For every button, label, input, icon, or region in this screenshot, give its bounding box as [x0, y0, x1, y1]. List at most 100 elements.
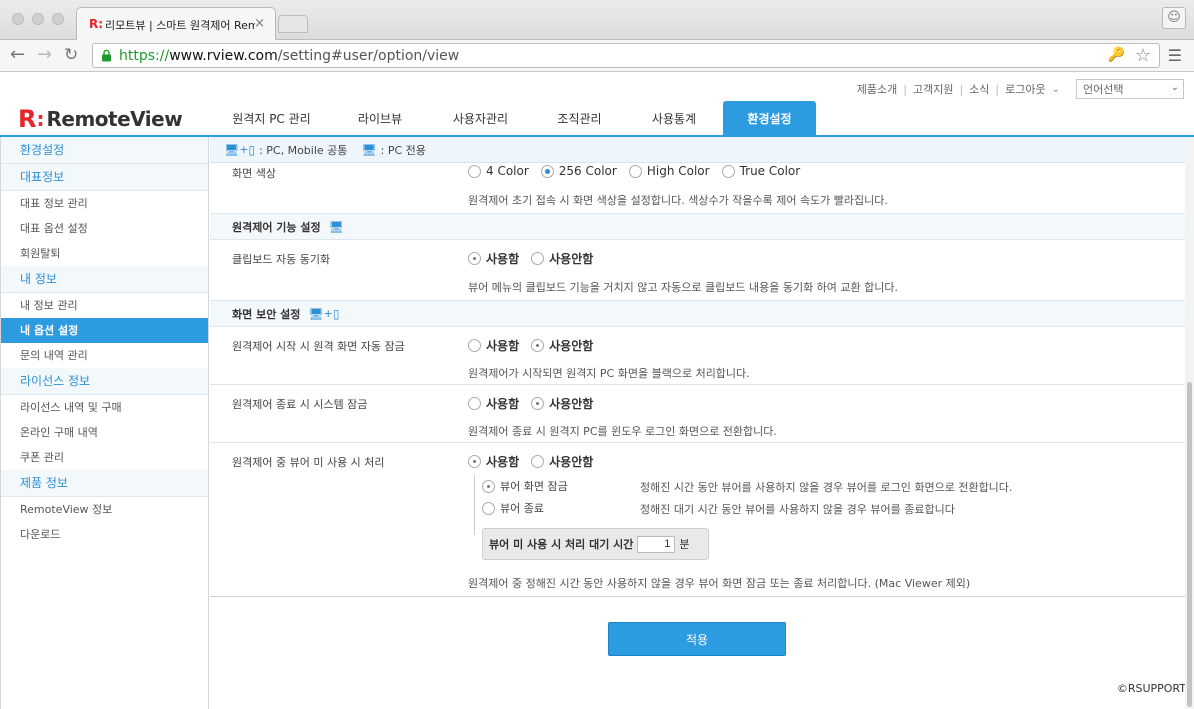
star-icon[interactable]: ☆ — [1135, 45, 1151, 66]
auto-lock-options: 사용함 사용안함 — [468, 337, 605, 354]
sidebar-heading-my-info[interactable]: 내 정보 — [1, 266, 208, 293]
nav-liveview[interactable]: 라이브뷰 — [333, 101, 427, 135]
scrollbar-thumb[interactable] — [1187, 382, 1192, 707]
legend-pc-only: : PC 전용 — [380, 143, 426, 157]
menu-icon[interactable]: ☰ — [1168, 46, 1182, 65]
nav-organization[interactable]: 조직관리 — [534, 101, 625, 135]
tab-title: 리모트뷰 | 스마트 원격제어 Rem — [105, 19, 255, 32]
system-lock-desc: 원격제어 종료 시 원격지 PC를 윈도우 로그인 화면으로 전환합니다. — [468, 425, 777, 438]
page: 제품소개 | 고객지원 | 소식 | 로그아웃 ⌄ 언어선택 ⌄ R : Rem… — [0, 73, 1194, 709]
link-products[interactable]: 제품소개 — [857, 81, 897, 97]
sidebar-heading-settings[interactable]: 환경설정 — [1, 137, 208, 164]
monitor-icon: 🖥 — [308, 306, 324, 321]
utility-nav: 제품소개 | 고객지원 | 소식 | 로그아웃 ⌄ 언어선택 ⌄ — [857, 79, 1184, 99]
idle-desc: 원격제어 중 정해진 시간 동안 사용하지 않을 경우 뷰어 화면 잠금 또는 … — [468, 577, 971, 590]
viewer-lock-radio[interactable]: 뷰어 화면 잠금 — [482, 478, 568, 494]
section-screen-security: 화면 보안 설정 🖥 + ▯ — [210, 300, 1185, 327]
auto-lock-nouse-radio[interactable]: 사용안함 — [531, 337, 593, 354]
idle-nouse-radio[interactable]: 사용안함 — [531, 453, 593, 470]
color-256-radio[interactable]: 256 Color — [540, 164, 617, 178]
color-high-radio[interactable]: High Color — [628, 164, 710, 178]
address-bar[interactable]: https://www.rview.com/setting#user/optio… — [92, 43, 1160, 68]
back-icon[interactable]: ← — [10, 44, 25, 66]
system-lock-options: 사용함 사용안함 — [468, 395, 605, 412]
key-icon[interactable]: 🔑 — [1108, 47, 1125, 63]
sidebar-item-online-purchase[interactable]: 온라인 구매 내역 — [1, 420, 208, 445]
forward-icon[interactable]: → — [37, 44, 52, 66]
idle-wait-input[interactable] — [637, 535, 676, 553]
logo-text: RemoteView — [46, 107, 183, 131]
browser-tab[interactable]: R: 리모트뷰 | 스마트 원격제어 Rem × — [76, 7, 276, 40]
link-support[interactable]: 고객지원 — [913, 81, 953, 97]
tab-favicon: R: — [89, 17, 104, 31]
nav-users[interactable]: 사용자관리 — [427, 101, 534, 135]
nav-remote-pc[interactable]: 원격지 PC 관리 — [210, 101, 333, 135]
logo[interactable]: R : RemoteView — [18, 105, 183, 133]
monitor-icon: 🖥 — [224, 142, 240, 157]
clipboard-nouse-radio[interactable]: 사용안함 — [531, 250, 593, 267]
system-lock-use-radio[interactable]: 사용함 — [468, 395, 519, 412]
section-remote-feature: 원격제어 기능 설정 🖥 — [210, 213, 1185, 240]
main-nav: 원격지 PC 관리 라이브뷰 사용자관리 조직관리 사용통계 환경설정 — [210, 101, 816, 135]
auto-lock-desc: 원격제어가 시작되면 원격지 PC 화면을 블랙으로 처리합니다. — [468, 367, 750, 380]
sidebar-item-license-history[interactable]: 라이선스 내역 및 구매 — [1, 395, 208, 420]
minimize-window-icon[interactable] — [32, 13, 44, 25]
clipboard-use-radio[interactable]: 사용함 — [468, 250, 519, 267]
screen-color-options: 4 Color 256 Color High Color True Color — [468, 164, 812, 178]
browser-tab-strip: R: 리모트뷰 | 스마트 원격제어 Rem × ☺ — [0, 0, 1194, 40]
browser-toolbar: ← → ↻ https://www.rview.com/setting#user… — [0, 40, 1194, 72]
new-tab-button[interactable] — [278, 15, 308, 33]
system-lock-label: 원격제어 종료 시 시스템 잠금 — [232, 398, 368, 411]
viewer-exit-radio[interactable]: 뷰어 종료 — [482, 500, 544, 516]
idle-use-radio[interactable]: 사용함 — [468, 453, 519, 470]
sidebar-item-about[interactable]: RemoteView 정보 — [1, 497, 208, 522]
clipboard-options: 사용함 사용안함 — [468, 250, 605, 267]
auto-lock-use-radio[interactable]: 사용함 — [468, 337, 519, 354]
sidebar-heading-license[interactable]: 라이선스 정보 — [1, 368, 208, 395]
reload-icon[interactable]: ↻ — [64, 44, 78, 66]
viewer-exit-desc: 정해진 대기 시간 동안 뷰어를 사용하지 않을 경우 뷰어를 종료합니다 — [640, 503, 955, 516]
color-true-radio[interactable]: True Color — [721, 164, 800, 178]
sidebar-item-inquiry[interactable]: 문의 내역 관리 — [1, 343, 208, 368]
idle-wait-box: 뷰어 미 사용 시 처리 대기 시간 분 — [482, 528, 709, 560]
tab-close-icon[interactable]: × — [254, 16, 265, 31]
sidebar-heading-rep-info[interactable]: 대표정보 — [1, 164, 208, 191]
screen-color-label: 화면 색상 — [232, 167, 276, 180]
mobile-icon: ▯ — [332, 306, 340, 321]
sidebar-item-rep-info-manage[interactable]: 대표 정보 관리 — [1, 191, 208, 216]
sidebar-item-my-option[interactable]: 내 옵션 설정 — [1, 318, 208, 343]
chevron-down-icon[interactable]: ⌄ — [1052, 84, 1060, 95]
idle-label: 원격제어 중 뷰어 미 사용 시 처리 — [232, 456, 385, 469]
nav-statistics[interactable]: 사용통계 — [625, 101, 723, 135]
link-news[interactable]: 소식 — [969, 81, 989, 97]
idle-wait-label: 뷰어 미 사용 시 처리 대기 시간 — [489, 538, 634, 551]
sidebar-item-withdraw[interactable]: 회원탈퇴 — [1, 241, 208, 266]
color-4-radio[interactable]: 4 Color — [468, 164, 529, 178]
close-window-icon[interactable] — [12, 13, 24, 25]
sidebar-item-rep-option[interactable]: 대표 옵션 설정 — [1, 216, 208, 241]
idle-options: 사용함 사용안함 — [468, 453, 605, 470]
language-select[interactable]: 언어선택 ⌄ — [1076, 79, 1184, 99]
url-text: https://www.rview.com/setting#user/optio… — [119, 48, 460, 64]
auto-lock-label: 원격제어 시작 시 원격 화면 자동 잠금 — [232, 340, 405, 353]
maximize-window-icon[interactable] — [52, 13, 64, 25]
sidebar-heading-product[interactable]: 제품 정보 — [1, 470, 208, 497]
viewer-lock-desc: 정해진 시간 동안 뷰어를 사용하지 않을 경우 뷰어를 로그인 화면으로 전환… — [640, 481, 1013, 494]
screen-color-desc: 원격제어 초기 접속 시 화면 색상을 설정합니다. 색상수가 작을수록 제어 … — [468, 194, 888, 207]
system-lock-nouse-radio[interactable]: 사용안함 — [531, 395, 593, 412]
monitor-icon: 🖥 — [361, 142, 377, 157]
clipboard-desc: 뷰어 메뉴의 클립보드 기능을 거치지 않고 자동으로 클립보드 내용을 동기화… — [468, 281, 899, 294]
sidebar-item-download[interactable]: 다운로드 — [1, 522, 208, 547]
sidebar-item-coupon[interactable]: 쿠폰 관리 — [1, 445, 208, 470]
sidebar: 환경설정 대표정보 대표 정보 관리 대표 옵션 설정 회원탈퇴 내 정보 내 … — [0, 137, 209, 709]
clipboard-label: 클립보드 자동 동기화 — [232, 253, 331, 266]
nav-settings[interactable]: 환경설정 — [723, 101, 816, 135]
apply-button[interactable]: 적용 — [608, 622, 786, 656]
logo-mark: R — [18, 105, 37, 133]
legend-bar: 🖥 + ▯ : PC, Mobile 공통 🖥 : PC 전용 — [210, 137, 1185, 163]
legend-both: : PC, Mobile 공통 — [259, 143, 348, 157]
sidebar-item-my-info-manage[interactable]: 내 정보 관리 — [1, 293, 208, 318]
link-logout[interactable]: 로그아웃 — [1005, 81, 1045, 97]
chevron-down-icon: ⌄ — [1170, 82, 1179, 93]
profile-icon[interactable]: ☺ — [1162, 7, 1186, 29]
